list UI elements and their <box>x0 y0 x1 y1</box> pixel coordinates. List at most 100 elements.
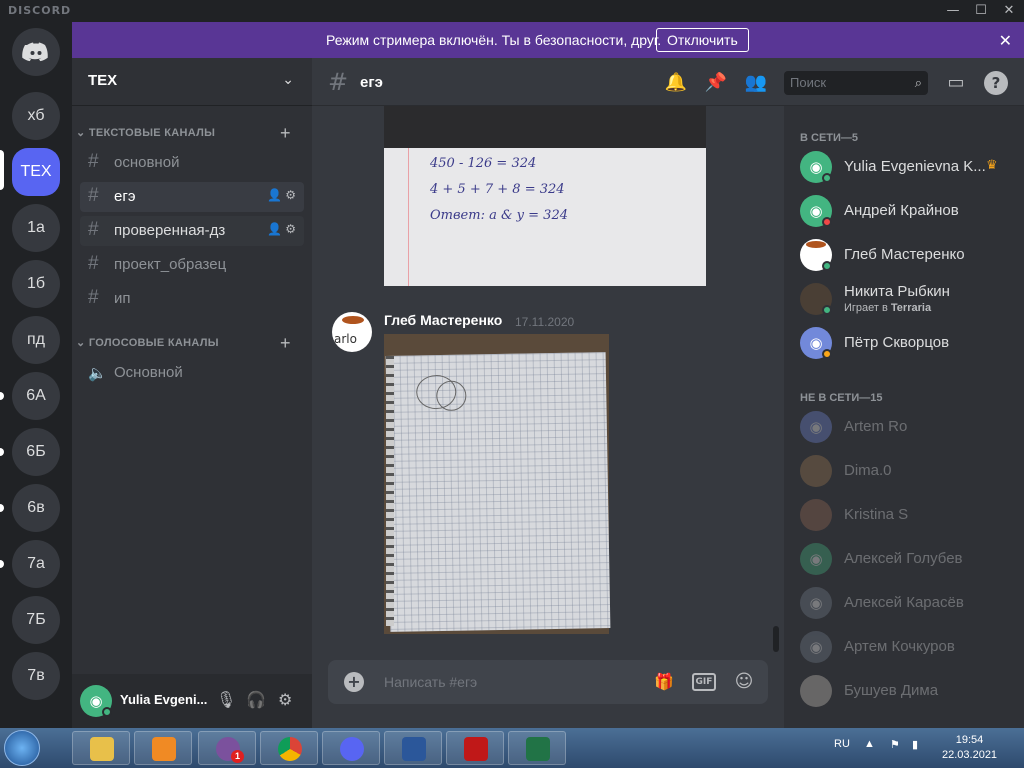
taskbar-viber[interactable]: 1 <box>198 731 256 765</box>
member-item[interactable]: ◉ Yulia Evgenievna K... ♛ <box>792 146 1016 188</box>
online-status-icon <box>822 173 832 183</box>
invite-icon[interactable]: 👤 <box>267 188 282 202</box>
channel-item[interactable]: # ип <box>80 284 304 314</box>
channel-label: ип <box>114 290 131 307</box>
member-item[interactable]: Бушуев Дима <box>792 670 1016 712</box>
server-icon[interactable]: 7Б <box>12 596 60 644</box>
taskbar-chrome[interactable] <box>260 731 318 765</box>
member-name: Алексей Карасёв <box>844 594 964 611</box>
member-name: Бушуев Дима <box>844 682 939 699</box>
minimize-button[interactable]: — <box>938 1 968 21</box>
server-icon[interactable]: 7а <box>12 540 60 588</box>
close-window-button[interactable]: ✕ <box>994 1 1024 21</box>
scrollbar-thumb[interactable] <box>773 626 779 652</box>
voice-channel-item[interactable]: 🔈 Основной <box>80 358 304 388</box>
member-name: Алексей Голубев <box>844 550 963 567</box>
home-button[interactable] <box>12 28 60 76</box>
active-server-pill <box>0 150 4 190</box>
gear-icon[interactable]: ⚙ <box>285 222 296 236</box>
member-item[interactable]: ◉ Андрей Крайнов <box>792 190 1016 232</box>
channel-item[interactable]: # проверенная-дз 👤 ⚙ <box>80 216 304 246</box>
user-avatar[interactable]: ◉ <box>80 685 112 717</box>
message-input[interactable] <box>384 671 634 693</box>
flag-icon[interactable]: ⚑ <box>890 738 900 751</box>
member-item[interactable]: Dima.0 <box>792 450 1016 492</box>
member-item[interactable]: Никита Рыбкин Играет в Terraria <box>792 278 1016 320</box>
avatar-text: arlo <box>334 332 357 346</box>
search-input[interactable]: Поиск ⌕ <box>784 71 928 95</box>
channel-item[interactable]: # проект_образец <box>80 250 304 280</box>
channel-sidebar: TEX ⌄ ⌄ ТЕКСТОВЫЕ КАНАЛЫ + # основной # … <box>72 22 312 728</box>
language-indicator[interactable]: RU <box>834 738 850 750</box>
pin-icon[interactable]: 📌 <box>704 71 728 95</box>
member-item[interactable]: ◉ Пётр Скворцов <box>792 322 1016 364</box>
server-icon[interactable]: 1а <box>12 204 60 252</box>
gif-button[interactable]: GIF <box>692 673 716 691</box>
disable-streamer-mode-button[interactable]: Отключить <box>656 28 749 52</box>
channel-item[interactable]: # основной <box>80 148 304 178</box>
gear-icon[interactable]: ⚙ <box>278 690 292 709</box>
plus-icon[interactable]: + <box>344 672 364 692</box>
member-item[interactable]: Глеб Мастеренко <box>792 234 1016 276</box>
gift-icon[interactable]: 🎁 <box>652 672 676 692</box>
add-channel-icon[interactable]: + <box>280 333 291 354</box>
crown-icon: ♛ <box>986 158 998 173</box>
add-channel-icon[interactable]: + <box>280 123 291 144</box>
category-text-channels[interactable]: ⌄ ТЕКСТОВЫЕ КАНАЛЫ + <box>76 123 291 144</box>
member-name: Пётр Скворцов <box>844 334 950 351</box>
microphone-icon[interactable]: 🎙 <box>216 690 236 709</box>
taskbar-discord[interactable] <box>322 731 380 765</box>
channel-label: Основной <box>114 364 183 381</box>
invite-icon[interactable]: 👤 <box>267 222 282 236</box>
gear-icon[interactable]: ⚙ <box>285 188 296 202</box>
discord-icon: ◉ <box>809 638 823 656</box>
server-icon[interactable]: пд <box>12 316 60 364</box>
member-name: Artem Ro <box>844 418 908 435</box>
member-item[interactable]: ◉ Artem Ro <box>792 406 1016 448</box>
discord-icon: ◉ <box>809 418 823 436</box>
member-item[interactable]: ◉ Алексей Голубев <box>792 538 1016 580</box>
taskbar-mcafee[interactable] <box>446 731 504 765</box>
guild-header[interactable]: TEX ⌄ <box>72 58 312 106</box>
word-icon <box>402 737 426 761</box>
member-name: Kristina S <box>844 506 909 523</box>
taskbar-media[interactable] <box>134 731 192 765</box>
tray-arrow-icon[interactable]: ▲ <box>864 738 875 750</box>
member-avatar <box>800 675 832 707</box>
server-icon[interactable]: 6А <box>12 372 60 420</box>
close-icon[interactable]: ✕ <box>999 31 1012 50</box>
help-icon[interactable]: ? <box>984 71 1008 95</box>
server-icon[interactable]: 7в <box>12 652 60 700</box>
system-clock[interactable]: 19:54 22.03.2021 <box>942 733 997 763</box>
message-author[interactable]: Глеб Мастеренко <box>384 312 502 328</box>
message-image[interactable] <box>384 334 611 634</box>
server-icon[interactable]: 6Б <box>12 428 60 476</box>
taskbar-explorer[interactable] <box>72 731 130 765</box>
server-icon[interactable]: хб <box>12 92 60 140</box>
emoji-icon[interactable]: ☺ <box>732 672 756 692</box>
user-panel: ◉ Yulia Evgeni... 🎙 🎧 ⚙ <box>72 674 312 728</box>
server-icon[interactable]: 6в <box>12 484 60 532</box>
member-item[interactable]: ◉ Алексей Карасёв <box>792 582 1016 624</box>
inbox-icon[interactable]: ▭ <box>944 71 968 95</box>
member-item[interactable]: ◉ Артем Кочкуров <box>792 626 1016 668</box>
message-image[interactable]: 450 - 126 = 324 4 + 5 + 7 + 8 = 324 Отве… <box>384 106 706 286</box>
member-avatar <box>800 499 832 531</box>
server-icon[interactable]: 1б <box>12 260 60 308</box>
author-avatar[interactable]: arlo <box>332 312 372 352</box>
maximize-button[interactable]: ☐ <box>966 1 996 21</box>
members-icon[interactable]: 👥 <box>744 71 768 95</box>
taskbar-word[interactable] <box>384 731 442 765</box>
start-button[interactable] <box>4 730 40 766</box>
category-voice-channels[interactable]: ⌄ ГОЛОСОВЫЕ КАНАЛЫ + <box>76 333 291 354</box>
taskbar-excel[interactable] <box>508 731 566 765</box>
headphones-icon[interactable]: 🎧 <box>246 690 266 709</box>
network-icon[interactable]: ▮ <box>912 738 918 751</box>
member-avatar: ◉ <box>800 587 832 619</box>
member-item[interactable]: Kristina S <box>792 494 1016 536</box>
server-list: хб TEX 1а 1б пд 6А 6Б 6в 7а 7Б 7в <box>0 22 72 728</box>
channel-item-active[interactable]: # егэ 👤 ⚙ <box>80 182 304 212</box>
channel-header: # егэ 🔔 📌 👥 Поиск ⌕ ▭ ? <box>312 58 1024 106</box>
bell-icon[interactable]: 🔔 <box>664 71 688 95</box>
server-icon-active[interactable]: TEX <box>12 148 60 196</box>
